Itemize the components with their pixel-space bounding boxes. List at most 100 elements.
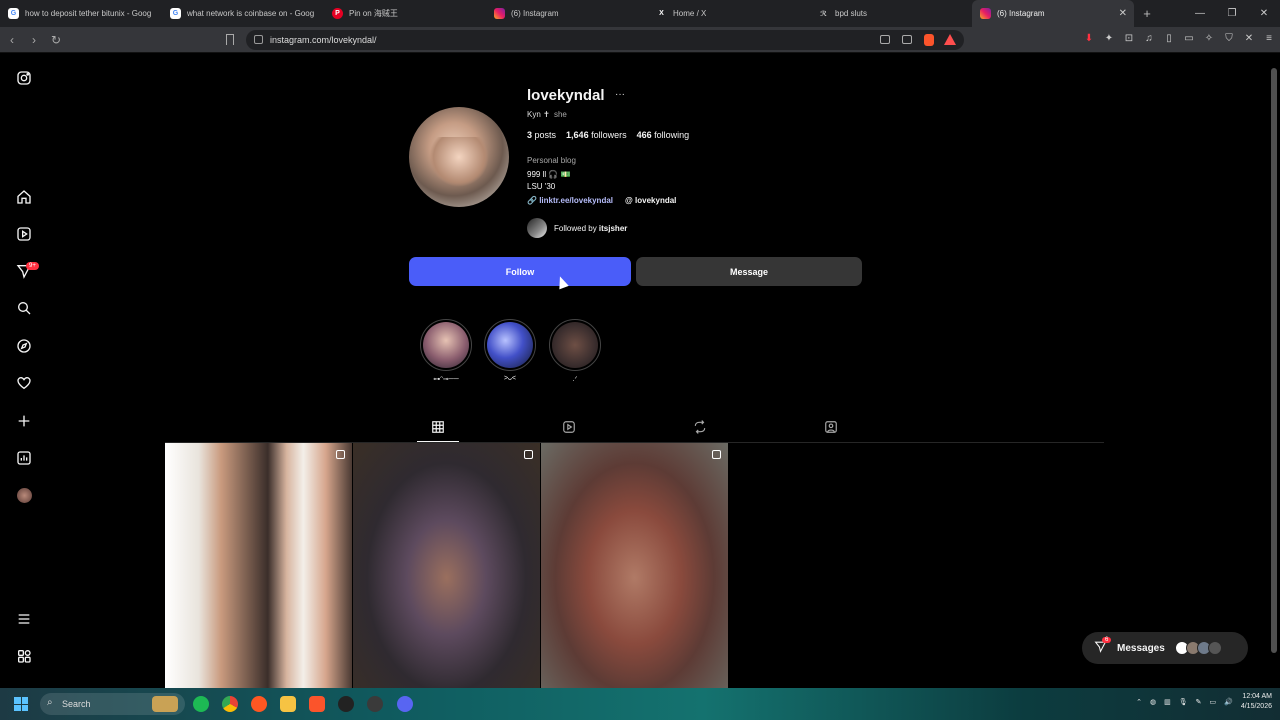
highlight-cover: [552, 322, 598, 368]
active-tab-indicator: [417, 441, 459, 442]
music-icon[interactable]: ♫: [1142, 32, 1156, 46]
volume-icon[interactable]: 🔊: [1224, 698, 1233, 706]
bio-line: 999 ll 🎧 💵: [527, 170, 571, 179]
widgets-icon[interactable]: [152, 696, 178, 712]
restore-button[interactable]: ❐: [1216, 0, 1248, 27]
app-icon[interactable]: [251, 696, 267, 712]
message-button[interactable]: Message: [636, 257, 862, 286]
following-link[interactable]: 466 following: [637, 130, 690, 140]
bookmark-icon[interactable]: [226, 34, 234, 45]
tab-title: Pin on 海贼王: [349, 9, 398, 18]
reload-icon[interactable]: ↻: [46, 33, 66, 47]
post-thumbnail[interactable]: [541, 443, 728, 688]
create-icon[interactable]: [14, 411, 34, 431]
close-tab-icon[interactable]: ✕: [1119, 8, 1127, 19]
follow-button[interactable]: Follow: [409, 257, 631, 286]
close-window-button[interactable]: ✕: [1248, 0, 1280, 27]
new-tab-button[interactable]: +: [1134, 6, 1160, 21]
vpn-icon[interactable]: ⛉: [1222, 32, 1236, 46]
profile-picture[interactable]: [409, 107, 509, 207]
more-options-icon[interactable]: ···: [615, 89, 625, 100]
reposts-tab-icon[interactable]: [692, 419, 708, 435]
browser-tab-bar: G how to deposit tether bitunix - Goog G…: [0, 0, 1280, 27]
display-icon[interactable]: ▭: [1210, 698, 1217, 706]
story-highlight[interactable]: >ᴗ<: [482, 319, 538, 382]
translate-icon[interactable]: ⊡: [1122, 32, 1136, 46]
brave-icon[interactable]: [309, 696, 325, 712]
search-placeholder: Search: [62, 699, 91, 709]
tab-title: (6) Instagram: [997, 9, 1045, 18]
posts-grid-icon[interactable]: [430, 419, 446, 435]
tray-icon[interactable]: ▥: [1164, 698, 1171, 706]
story-highlight[interactable]: ⊶ᵔ⊸──: [418, 319, 474, 383]
browser-tab[interactable]: (6) Instagram: [486, 0, 648, 27]
extension-icon[interactable]: ⬇: [1082, 32, 1096, 46]
site-info-icon[interactable]: [254, 35, 263, 44]
brave-shields-icon[interactable]: [924, 34, 934, 46]
pen-icon[interactable]: ✎: [1196, 698, 1202, 706]
profile-name: Kyn ✝ she: [527, 110, 567, 119]
heart-icon[interactable]: [14, 373, 34, 393]
address-bar-row: ‹ › ↻ instagram.com/lovekyndal/ ⬇ ✦ ⊡ ♫ …: [0, 27, 1280, 53]
explore-icon[interactable]: [14, 336, 34, 356]
sidebar-icon[interactable]: ▯: [1162, 32, 1176, 46]
story-highlight[interactable]: .ᐟ: [547, 319, 603, 383]
profile-avatar[interactable]: [14, 485, 34, 505]
browser-tab-active[interactable]: (6) Instagram ✕: [972, 0, 1134, 27]
browser-tab[interactable]: X Home / X: [648, 0, 810, 27]
external-link[interactable]: 🔗 linktr.ee/lovekyndal: [527, 196, 613, 205]
also-from-meta-icon[interactable]: [14, 646, 34, 666]
dashboard-icon[interactable]: [14, 448, 34, 468]
browser-tab[interactable]: G what network is coinbase on - Goog: [162, 0, 324, 27]
followers-link[interactable]: 1,646 followers: [566, 130, 627, 140]
chevron-up-icon[interactable]: ⌃: [1136, 698, 1142, 706]
windows-start-icon[interactable]: [14, 697, 28, 711]
leo-icon[interactable]: ✧: [1202, 32, 1216, 46]
instagram-logo-icon[interactable]: [14, 68, 34, 88]
messages-label: Messages: [1117, 642, 1165, 654]
reels-tab-icon[interactable]: [561, 419, 577, 435]
extensions-puzzle-icon[interactable]: ✦: [1102, 32, 1116, 46]
share-icon[interactable]: [902, 35, 912, 44]
media-player-icon[interactable]: [338, 696, 354, 712]
back-icon[interactable]: ‹: [2, 33, 22, 47]
page-scrollbar[interactable]: [1270, 56, 1278, 686]
reels-icon[interactable]: [14, 224, 34, 244]
app-icon[interactable]: [367, 696, 383, 712]
chrome-icon[interactable]: [222, 696, 238, 712]
follower-avatar: [527, 218, 547, 238]
url-field[interactable]: instagram.com/lovekyndal/: [246, 30, 964, 50]
wallet-icon[interactable]: ▭: [1182, 32, 1196, 46]
carousel-icon: [712, 450, 721, 459]
profile-category: Personal blog: [527, 156, 576, 165]
menu-icon[interactable]: ≡: [1262, 32, 1276, 46]
brave-rewards-icon[interactable]: [944, 34, 956, 45]
highlight-cover: [487, 322, 533, 368]
more-menu-icon[interactable]: [14, 609, 34, 629]
profile-username: lovekyndal: [527, 87, 605, 104]
file-explorer-icon[interactable]: [280, 696, 296, 712]
clock[interactable]: 12:04 AM 4/15/2026: [1241, 692, 1272, 712]
clock-time: 12:04 AM: [1242, 693, 1272, 700]
followed-by[interactable]: Followed by itsjsher: [527, 218, 627, 238]
search-icon[interactable]: [14, 298, 34, 318]
forward-icon[interactable]: ›: [24, 33, 44, 47]
post-thumbnail[interactable]: [353, 443, 540, 688]
minimize-button[interactable]: —: [1184, 0, 1216, 27]
home-icon[interactable]: [14, 187, 34, 207]
microphone-icon[interactable]: 🎙: [1179, 698, 1188, 706]
post-thumbnail[interactable]: [165, 443, 352, 688]
browser-tab[interactable]: P Pin on 海贼王: [324, 0, 486, 27]
highlight-label: >ᴗ<: [503, 375, 517, 382]
spotify-icon[interactable]: [193, 696, 209, 712]
browser-tab[interactable]: G how to deposit tether bitunix - Goog: [0, 0, 162, 27]
threads-link[interactable]: @ lovekyndal: [625, 196, 676, 205]
tray-icon[interactable]: ◍: [1150, 698, 1156, 706]
browser-tab[interactable]: ℛ bpd sluts: [810, 0, 972, 27]
cast-icon[interactable]: [880, 35, 890, 44]
tools-icon[interactable]: ✕: [1242, 32, 1256, 46]
windows-taskbar: ⌕ Search ⌃ ◍ ▥ 🎙 ✎ ▭ 🔊 12:04 AM 4/15/202…: [0, 688, 1280, 720]
discord-icon[interactable]: [397, 696, 413, 712]
messages-avatars: [1175, 641, 1222, 655]
tagged-tab-icon[interactable]: [823, 419, 839, 435]
